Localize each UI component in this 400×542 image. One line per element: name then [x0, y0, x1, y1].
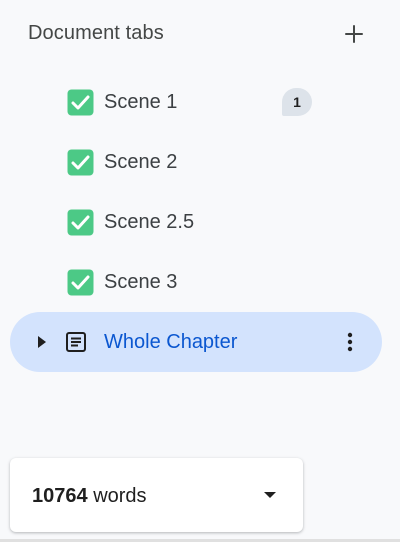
- tab-item-scene-3[interactable]: Scene 3: [0, 251, 400, 311]
- document-icon: [66, 332, 86, 352]
- word-count: 10764 words: [32, 484, 147, 508]
- tab-item-whole-chapter[interactable]: Whole Chapter: [10, 312, 382, 372]
- tabs-list: Scene 1 1 Scene 2 Scene 2.5 Scene 3: [0, 71, 400, 311]
- word-count-button[interactable]: 10764 words: [10, 458, 303, 532]
- tab-item-scene-1[interactable]: Scene 1 1: [0, 71, 400, 131]
- panel-header: Document tabs: [28, 20, 368, 48]
- tab-label: Scene 2: [104, 151, 178, 173]
- check-box-icon: [67, 89, 94, 116]
- tab-label: Whole Chapter: [104, 331, 238, 353]
- document-tabs-panel: Document tabs Scene 1 1 Scene 2 Scene 2.…: [0, 0, 400, 542]
- tab-item-scene-2[interactable]: Scene 2: [0, 131, 400, 191]
- more-vertical-icon[interactable]: [346, 330, 354, 354]
- add-tab-button[interactable]: [340, 20, 368, 48]
- tab-label: Scene 2.5: [104, 211, 195, 233]
- tab-item-scene-2-5[interactable]: Scene 2.5: [0, 191, 400, 251]
- comment-count-badge[interactable]: 1: [282, 88, 312, 116]
- triangle-right-icon[interactable]: [36, 335, 48, 349]
- word-count-unit: words: [93, 485, 147, 507]
- check-box-icon: [67, 269, 94, 296]
- panel-title: Document tabs: [28, 22, 164, 44]
- word-count-number: 10764: [32, 485, 88, 507]
- check-box-icon: [67, 209, 94, 236]
- tab-label: Scene 1: [104, 91, 178, 113]
- plus-icon: [345, 25, 363, 43]
- check-box-icon: [67, 149, 94, 176]
- caret-down-icon: [264, 492, 276, 498]
- tab-label: Scene 3: [104, 271, 178, 293]
